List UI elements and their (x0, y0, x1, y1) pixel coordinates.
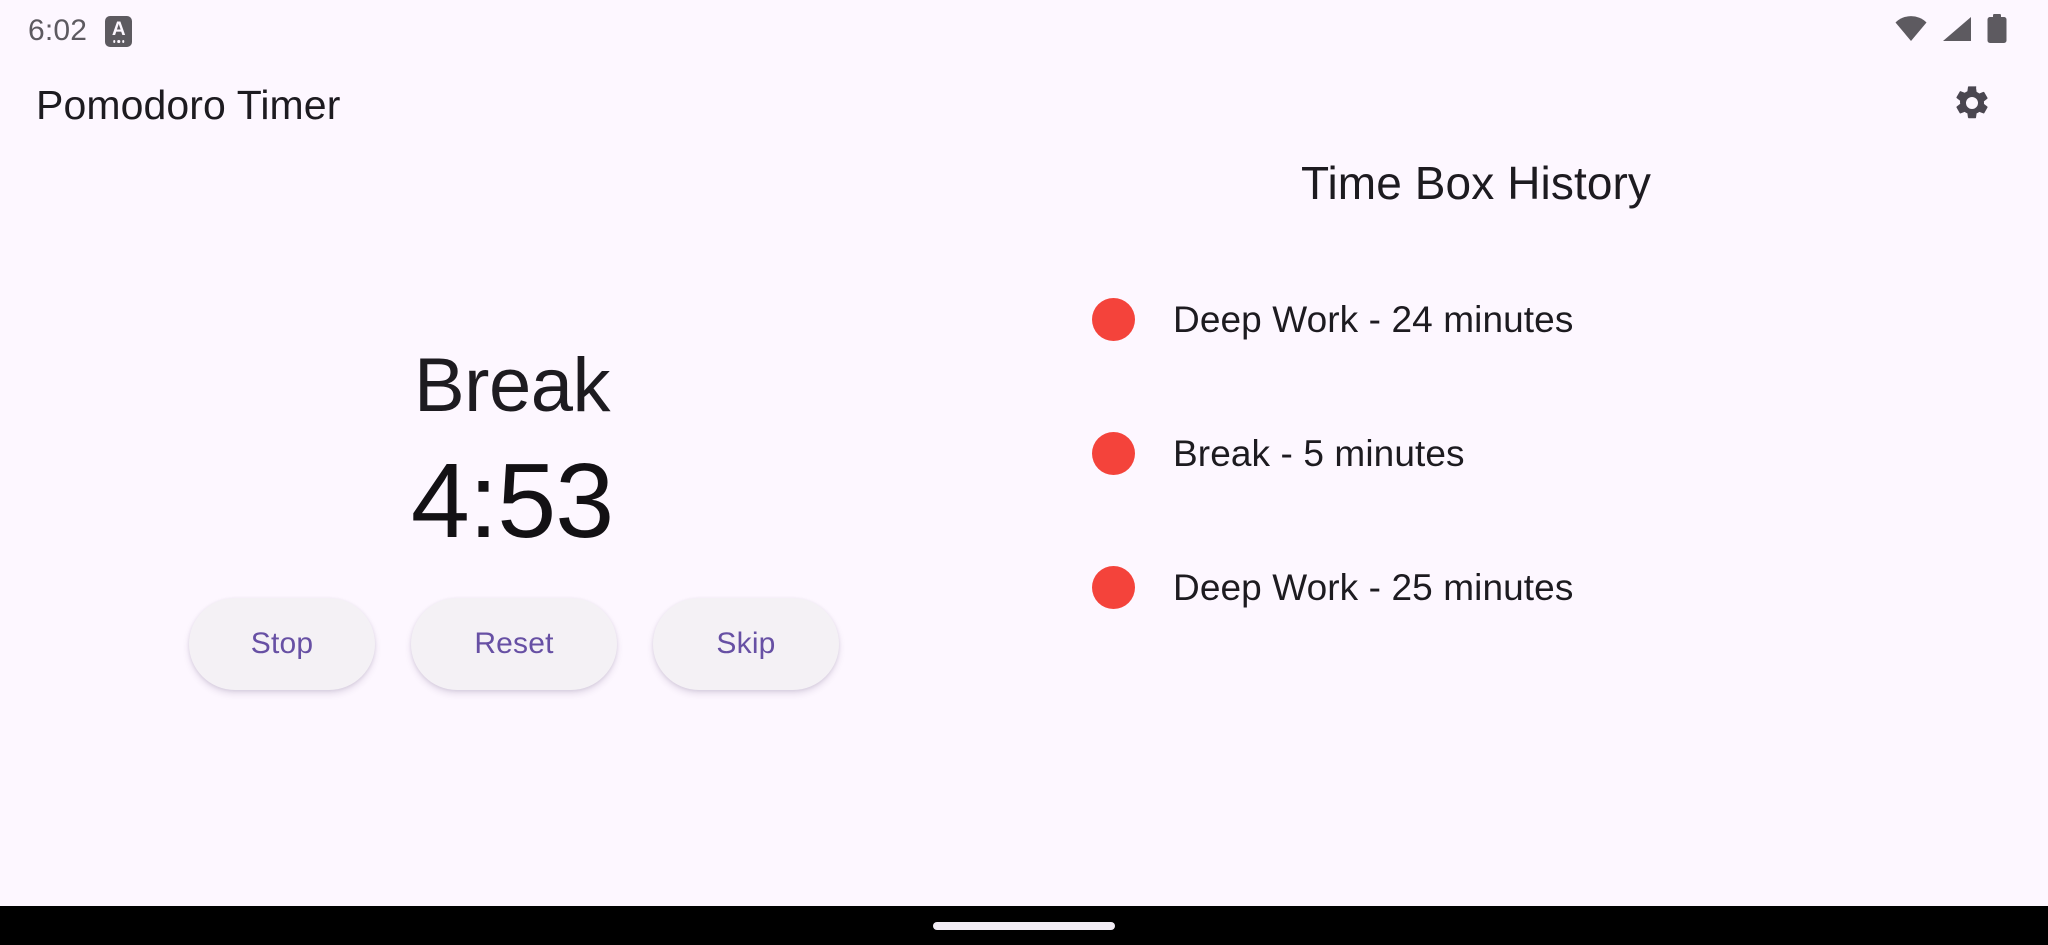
wifi-icon (1894, 15, 1928, 47)
list-item[interactable]: Deep Work - 25 minutes (1052, 520, 2048, 654)
cellular-signal-icon (1942, 16, 1972, 47)
settings-button[interactable] (1940, 73, 2004, 137)
pomodoro-app-screen: 6:02 A Pomodoro Timer Break 4:53 Stop Re… (0, 0, 2048, 945)
app-badge-dots (112, 40, 125, 43)
timer-controls: Stop Reset Skip (185, 598, 839, 690)
page-title: Pomodoro Timer (36, 81, 341, 128)
stop-button[interactable]: Stop (189, 598, 375, 690)
status-bar-left: 6:02 A (28, 14, 133, 47)
home-gesture-pill[interactable] (933, 921, 1115, 930)
history-item-label: Break - 5 minutes (1173, 432, 1465, 474)
timer-stack: Break 4:53 Stop Reset Skip (0, 348, 1024, 690)
history-pane: Time Box History Deep Work - 24 minutes … (1024, 148, 2048, 906)
main-content: Break 4:53 Stop Reset Skip Time Box Hist… (0, 148, 2048, 906)
notification-app-badge-icon: A (105, 15, 133, 47)
timer-countdown-display: 4:53 (410, 442, 614, 560)
status-bar-right (1894, 13, 2024, 49)
battery-icon (1986, 13, 2008, 49)
session-status-dot-icon (1092, 565, 1135, 609)
status-bar-clock: 6:02 (28, 14, 88, 47)
status-bar: 6:02 A (0, 0, 2048, 62)
gear-icon (1952, 83, 1992, 128)
history-item-label: Deep Work - 24 minutes (1173, 298, 1574, 340)
session-status-dot-icon (1092, 431, 1135, 475)
app-bar: Pomodoro Timer (0, 62, 2048, 148)
list-item[interactable]: Deep Work - 24 minutes (1052, 252, 2048, 386)
timer-pane: Break 4:53 Stop Reset Skip (0, 148, 1024, 906)
app-badge-letter: A (111, 19, 126, 40)
session-status-dot-icon (1092, 297, 1135, 341)
history-list: Deep Work - 24 minutes Break - 5 minutes… (1024, 252, 2048, 654)
skip-button[interactable]: Skip (653, 598, 839, 690)
system-navigation-bar (0, 906, 2048, 945)
history-item-label: Deep Work - 25 minutes (1173, 566, 1574, 608)
list-item[interactable]: Break - 5 minutes (1052, 386, 2048, 520)
history-title: Time Box History (1300, 157, 1652, 209)
session-type-label: Break (413, 343, 611, 428)
reset-button[interactable]: Reset (411, 598, 617, 690)
